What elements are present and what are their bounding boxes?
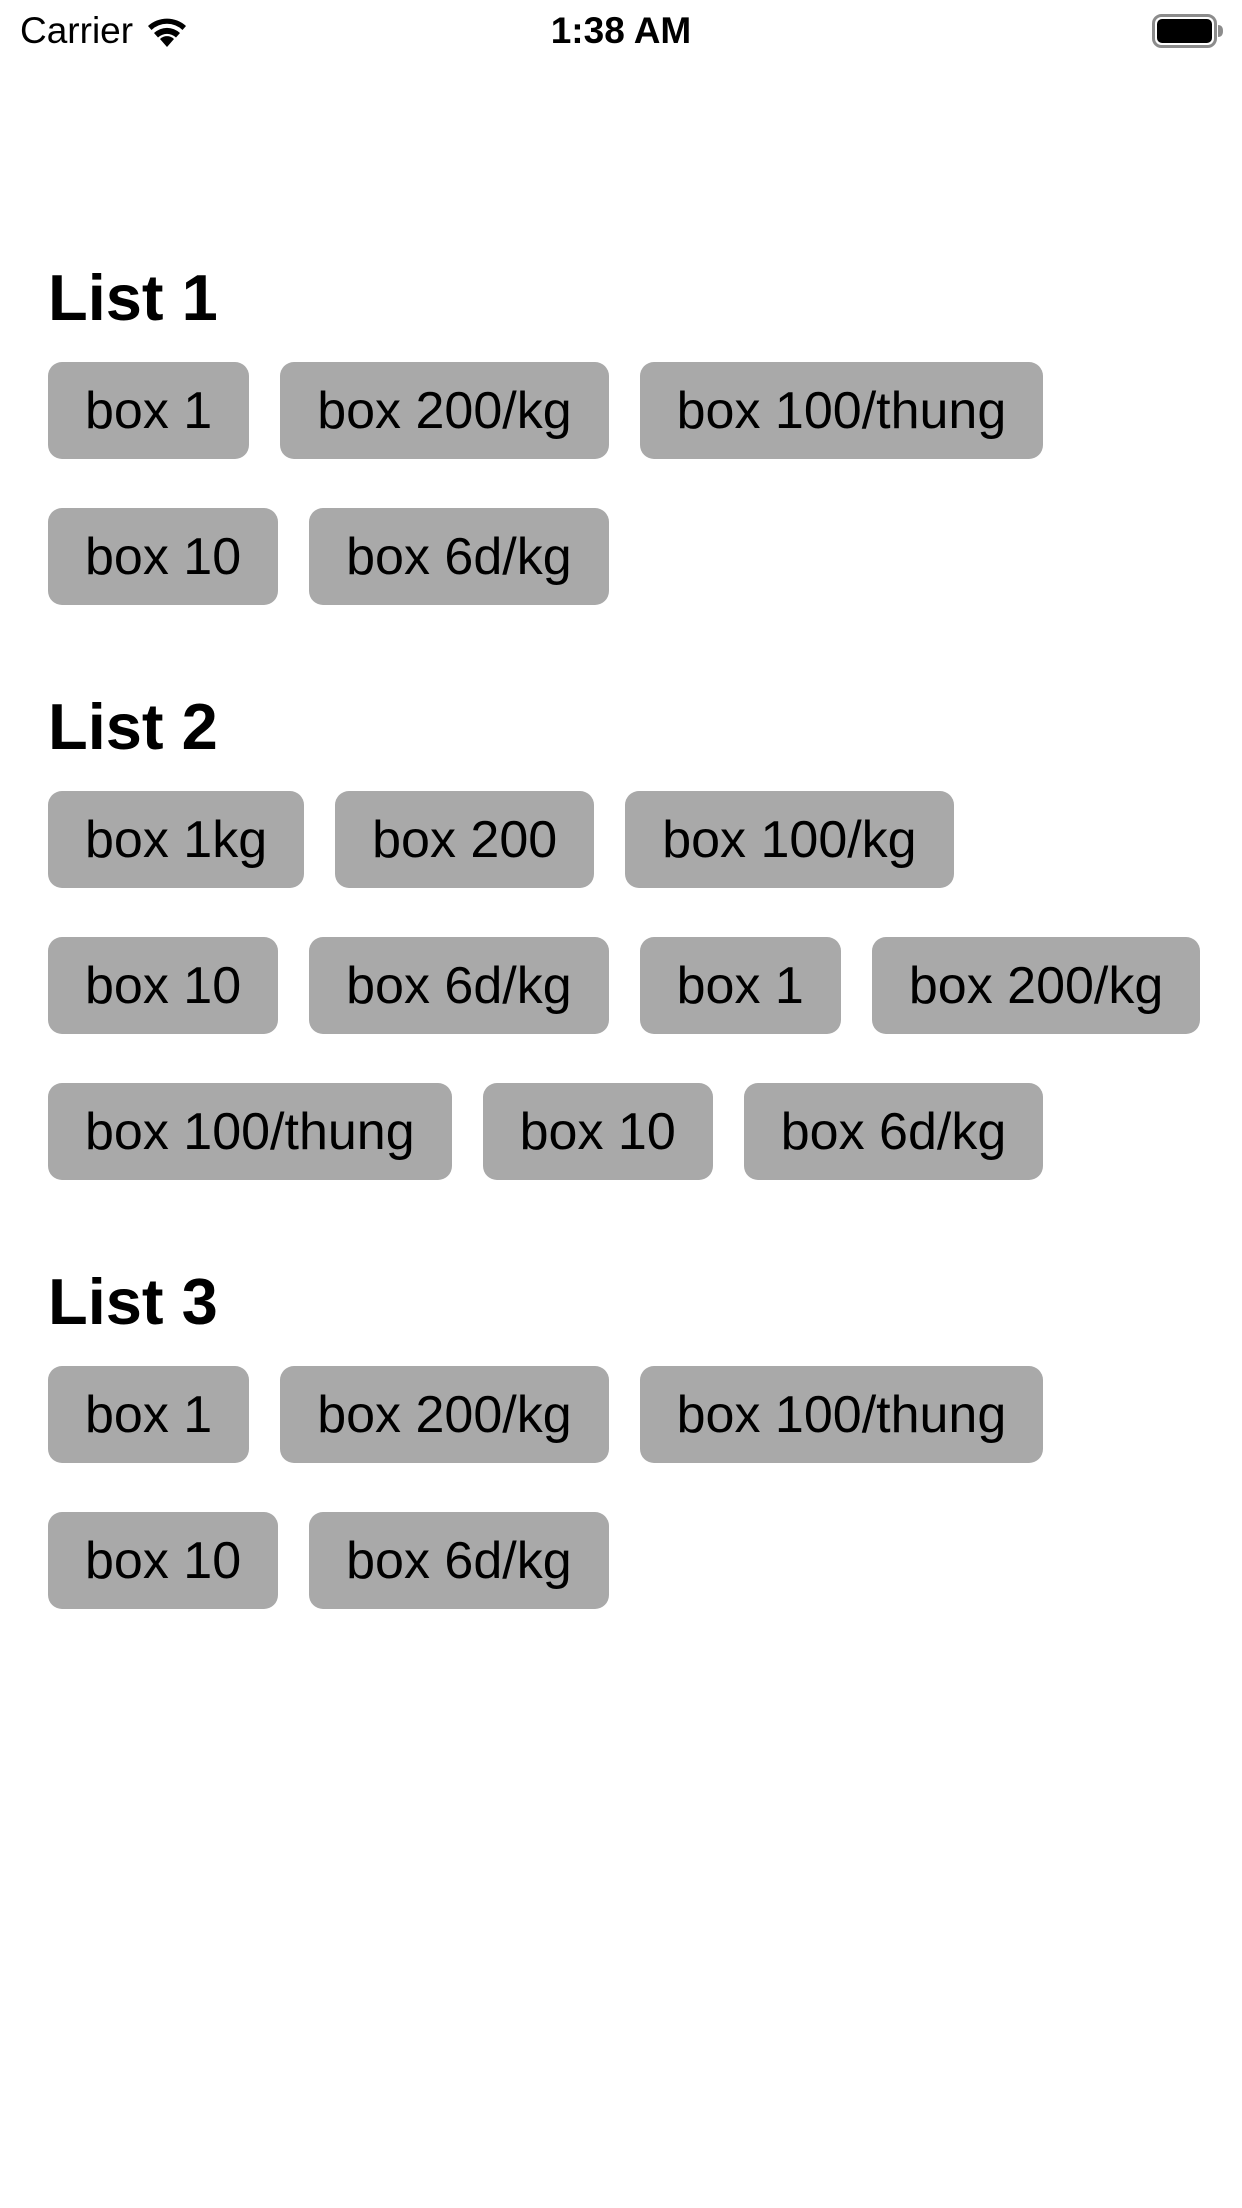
chip[interactable]: box 100/thung xyxy=(639,362,1044,459)
chip[interactable]: box 200/kg xyxy=(280,1366,609,1463)
chip[interactable]: box 6d/kg xyxy=(309,937,609,1034)
chip-group: box 1kg box 200 box 100/kg box 10 box 6d… xyxy=(48,791,1208,1180)
chip[interactable]: box 1 xyxy=(639,937,841,1034)
chip[interactable]: box 1 xyxy=(48,1366,250,1463)
chip[interactable]: box 200/kg xyxy=(280,362,609,459)
section-title: List 1 xyxy=(48,261,218,334)
chip[interactable]: box 10 xyxy=(482,1083,713,1180)
chip[interactable]: box 6d/kg xyxy=(309,508,609,605)
status-bar: Carrier 1:38 AM xyxy=(0,0,1242,62)
section-title: List 2 xyxy=(48,690,218,763)
chip[interactable]: box 6d/kg xyxy=(743,1083,1044,1180)
chip[interactable]: box 100/thung xyxy=(639,1366,1044,1463)
battery-icon xyxy=(1152,14,1223,48)
chip[interactable]: box 100/thung xyxy=(48,1083,452,1180)
chip[interactable]: box 100/kg xyxy=(625,791,954,888)
list-section-3: List 3 box 1 box 200/kg box 100/thung bo… xyxy=(48,1262,1208,1609)
chip[interactable]: box 200/kg xyxy=(871,937,1201,1034)
chip[interactable]: box 10 xyxy=(48,508,279,605)
chip[interactable]: box 1 xyxy=(48,362,250,459)
list-section-1: List 1 box 1 box 200/kg box 100/thung bo… xyxy=(48,258,1208,605)
chip[interactable]: box 10 xyxy=(48,937,279,1034)
section-title: List 3 xyxy=(48,1265,218,1338)
chip-group: box 1 box 200/kg box 100/thung box 10 bo… xyxy=(48,362,1208,605)
chip-group: box 1 box 200/kg box 100/thung box 10 bo… xyxy=(48,1366,1208,1609)
chip[interactable]: box 6d/kg xyxy=(309,1512,609,1609)
lists-container: List 1 box 1 box 200/kg box 100/thung bo… xyxy=(48,258,1208,1691)
chip[interactable]: box 10 xyxy=(48,1512,279,1609)
list-section-2: List 2 box 1kg box 200 box 100/kg box 10… xyxy=(48,687,1208,1180)
chip[interactable]: box 200 xyxy=(335,791,595,888)
chip[interactable]: box 1kg xyxy=(48,791,305,888)
status-time: 1:38 AM xyxy=(550,10,692,51)
